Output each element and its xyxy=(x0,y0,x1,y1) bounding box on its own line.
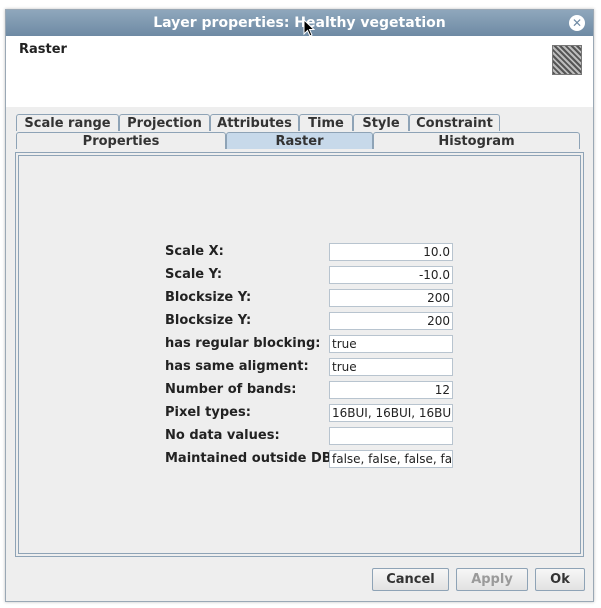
same-alignment-field[interactable]: true xyxy=(329,358,453,376)
property-label: Blocksize Y: xyxy=(165,313,252,328)
property-label: Pixel types: xyxy=(165,405,251,420)
tab-constraint[interactable]: Constraint xyxy=(409,114,500,131)
tab-style[interactable]: Style xyxy=(353,114,409,131)
tab-scale-range[interactable]: Scale range xyxy=(16,114,119,131)
property-row: Blocksize Y: 200 xyxy=(165,289,455,307)
blocksize-field[interactable]: 200 xyxy=(329,312,453,330)
layer-properties-dialog: Layer properties: Healthy vegetation ✕ R… xyxy=(5,9,594,602)
apply-button[interactable]: Apply xyxy=(456,568,528,591)
property-label: Scale X: xyxy=(165,244,224,259)
number-of-bands-field[interactable]: 12 xyxy=(329,381,453,399)
scale-x-field[interactable]: 10.0 xyxy=(329,243,453,261)
title-bar[interactable]: Layer properties: Healthy vegetation ✕ xyxy=(6,10,593,36)
property-label: has regular blocking: xyxy=(165,336,321,351)
property-label: Blocksize Y: xyxy=(165,290,252,305)
property-row: Pixel types: 16BUI, 16BUI, 16BUI xyxy=(165,404,455,422)
property-row: Maintained outside DB: false, false, fal… xyxy=(165,450,455,468)
property-label: has same aligment: xyxy=(165,359,309,374)
property-row: has regular blocking: true xyxy=(165,335,455,353)
close-icon[interactable]: ✕ xyxy=(569,15,585,31)
maintained-outside-db-field[interactable]: false, false, false, false xyxy=(329,450,453,468)
no-data-values-field[interactable] xyxy=(329,427,453,445)
mouse-cursor-icon xyxy=(303,19,315,37)
window-title: Layer properties: Healthy vegetation xyxy=(153,15,446,31)
panel-inner-border xyxy=(18,155,581,554)
property-row: Blocksize Y: 200 xyxy=(165,312,455,330)
tab-row-1: Scale range Projection Attributes Time S… xyxy=(16,114,586,132)
tab-projection[interactable]: Projection xyxy=(119,114,210,131)
layer-type-label: Raster xyxy=(19,42,67,57)
property-label: Maintained outside DB: xyxy=(165,451,337,466)
tab-histogram[interactable]: Histogram xyxy=(373,132,580,149)
pixel-types-field[interactable]: 16BUI, 16BUI, 16BUI xyxy=(329,404,453,422)
tab-row-2: Properties Raster Histogram xyxy=(16,132,586,150)
property-row: Scale Y: -10.0 xyxy=(165,266,455,284)
property-label: Scale Y: xyxy=(165,267,223,282)
property-row: Scale X: 10.0 xyxy=(165,243,455,261)
tab-properties[interactable]: Properties xyxy=(16,132,226,149)
tab-raster[interactable]: Raster xyxy=(226,132,373,149)
property-label: Number of bands: xyxy=(165,382,297,397)
blocksize-field[interactable]: 200 xyxy=(329,289,453,307)
property-row: Number of bands: 12 xyxy=(165,381,455,399)
cancel-button[interactable]: Cancel xyxy=(372,568,449,591)
property-row: has same aligment: true xyxy=(165,358,455,376)
tab-time[interactable]: Time xyxy=(299,114,353,131)
scale-y-field[interactable]: -10.0 xyxy=(329,266,453,284)
raster-properties-panel: Scale X: 10.0 Scale Y: -10.0 Blocksize Y… xyxy=(15,152,584,557)
ok-button[interactable]: Ok xyxy=(535,568,585,591)
tab-attributes[interactable]: Attributes xyxy=(210,114,299,131)
regular-blocking-field[interactable]: true xyxy=(329,335,453,353)
layer-header: Raster xyxy=(6,36,593,107)
property-label: No data values: xyxy=(165,428,280,443)
property-row: No data values: xyxy=(165,427,455,445)
raster-thumbnail-icon xyxy=(552,45,582,75)
